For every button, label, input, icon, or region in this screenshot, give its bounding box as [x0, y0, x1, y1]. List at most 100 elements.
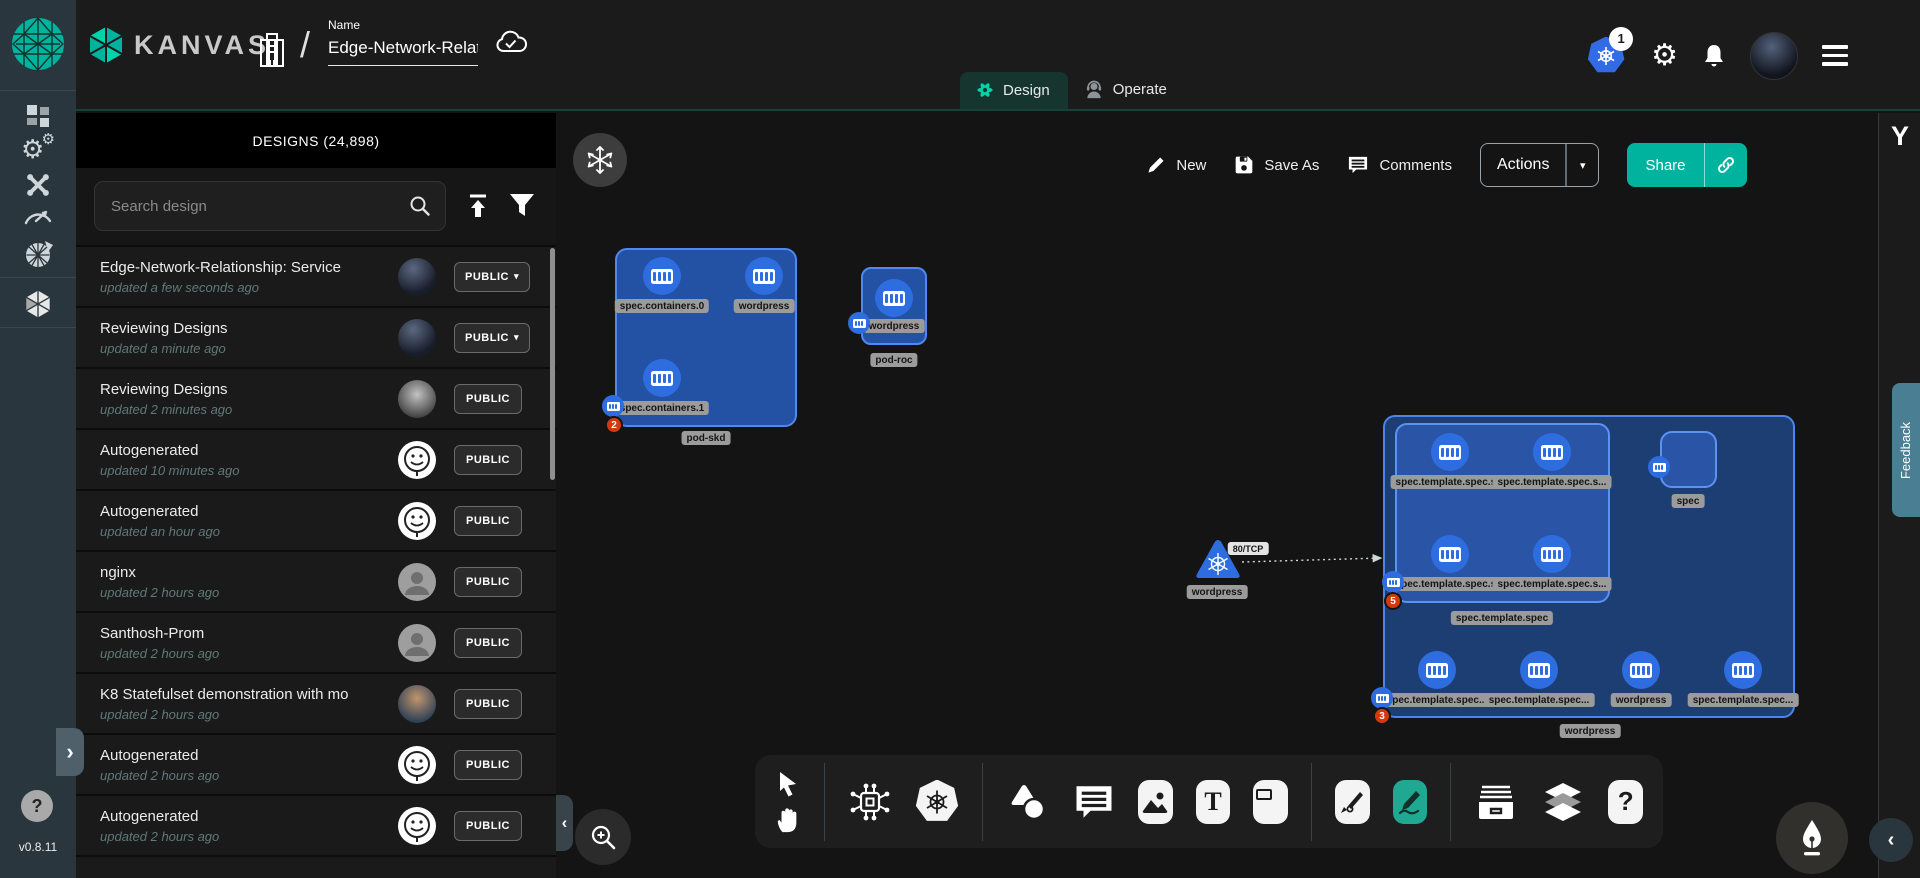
visibility-badge[interactable]: PUBLIC [454, 445, 522, 475]
spec-node[interactable] [1660, 431, 1717, 488]
meshery-logo[interactable] [10, 16, 66, 72]
container-node[interactable] [1533, 535, 1571, 573]
visibility-badge[interactable]: PUBLIC [454, 384, 522, 414]
design-list-item[interactable]: Reviewing Designs updated a minute ago P… [76, 306, 556, 367]
caret-down-icon[interactable]: ▾ [1567, 159, 1599, 172]
visibility-badge[interactable]: PUBLIC [454, 567, 522, 597]
sidebar-item-dashboard[interactable] [22, 100, 54, 132]
visibility-badge[interactable]: PUBLIC [454, 628, 522, 658]
sidebar-item-configuration[interactable] [22, 169, 54, 201]
text-tool[interactable]: T [1196, 780, 1231, 824]
design-list-item[interactable]: Edge-Network-Relationship: Service updat… [76, 245, 556, 306]
whiteboard-pen-button[interactable] [1776, 802, 1848, 874]
search-icon[interactable] [409, 195, 431, 217]
frame-tool[interactable] [1253, 780, 1288, 824]
container-node[interactable] [1520, 651, 1558, 689]
comments-button[interactable]: Comments [1347, 155, 1452, 175]
collapse-right-panel-button[interactable]: ‹ [1869, 818, 1913, 862]
container-node[interactable] [1533, 433, 1571, 471]
designs-panel: DESIGNS (24,898) Ed [76, 113, 556, 878]
menu-button[interactable] [1822, 45, 1848, 66]
container-node[interactable] [745, 257, 783, 295]
pod-icon[interactable] [1648, 456, 1670, 478]
design-updated: updated 2 minutes ago [100, 402, 390, 417]
new-design-button[interactable]: New [1146, 155, 1206, 175]
help-tool[interactable]: ? [1608, 780, 1643, 824]
filter-designs-button[interactable] [508, 192, 536, 221]
select-tool[interactable] [775, 770, 801, 798]
design-list-item[interactable]: Autogenerated updated an hour ago PUBLIC [76, 489, 556, 550]
help-button[interactable]: ? [21, 790, 53, 822]
settings-button[interactable]: ⚙ [1651, 41, 1678, 71]
search-input[interactable] [111, 198, 409, 215]
design-name-input[interactable] [328, 36, 478, 66]
container-node[interactable] [643, 359, 681, 397]
freehand-draw-tool[interactable] [1393, 780, 1428, 824]
kanvas-brand[interactable]: KANVAS [88, 26, 270, 64]
kubernetes-tool[interactable] [915, 780, 959, 824]
container-node[interactable] [1622, 651, 1660, 689]
shapes-tool[interactable] [1006, 782, 1050, 822]
actions-dropdown[interactable]: Actions ▾ [1480, 143, 1600, 187]
image-tool[interactable] [1138, 780, 1173, 824]
container-node[interactable] [1418, 651, 1456, 689]
node-label: wordpress [734, 299, 795, 313]
expand-sidebar-button[interactable]: › [56, 728, 84, 776]
import-design-button[interactable] [464, 192, 492, 223]
copy-link-button[interactable] [1705, 155, 1747, 175]
pod-icon[interactable] [1382, 571, 1404, 593]
feedback-button[interactable]: Feedback [1892, 383, 1920, 517]
design-list-item[interactable]: nginx updated 2 hours ago PUBLIC [76, 550, 556, 611]
organization-icon[interactable] [257, 32, 287, 73]
sidebar-item-kanvas[interactable] [22, 288, 54, 320]
error-badge[interactable]: 3 [1373, 707, 1391, 725]
visibility-badge[interactable]: PUBLIC [454, 811, 522, 841]
design-list-item[interactable]: Reviewing Designs updated 2 minutes ago … [76, 367, 556, 428]
visibility-badge[interactable]: PUBLIC [454, 689, 522, 719]
share-button[interactable]: Share [1627, 143, 1747, 187]
tab-design[interactable]: Design [960, 72, 1068, 109]
sidebar-item-extensions[interactable] [22, 238, 54, 270]
comment-tool[interactable] [1073, 782, 1115, 822]
list-scrollbar[interactable] [550, 248, 555, 480]
save-as-button[interactable]: Save As [1234, 155, 1319, 175]
visibility-badge[interactable]: PUBLIC [454, 750, 522, 780]
design-list-item[interactable]: Autogenerated updated 2 hours ago PUBLIC [76, 794, 556, 855]
design-list-item[interactable]: Autogenerated updated 2 hours ago PUBLIC [76, 733, 556, 794]
notifications-button[interactable] [1702, 43, 1726, 69]
container-node[interactable] [1431, 535, 1469, 573]
pan-tool[interactable] [775, 806, 801, 834]
error-badge[interactable]: 5 [1384, 592, 1402, 610]
deployment-icon[interactable] [1371, 687, 1393, 709]
meshsync-snowflake-button[interactable] [573, 133, 627, 187]
saved-components-tool[interactable] [1474, 782, 1518, 822]
layers-tool[interactable] [1541, 781, 1585, 823]
container-node[interactable] [875, 279, 913, 317]
pen-tool[interactable] [1335, 780, 1370, 824]
k8s-context-switcher[interactable]: 1 [1585, 35, 1627, 77]
visibility-select[interactable]: PUBLIC▾ [454, 323, 530, 353]
design-list-item[interactable]: Autogenerated updated 10 minutes ago PUB… [76, 428, 556, 489]
error-badge[interactable]: 2 [605, 416, 623, 434]
sidebar-item-lifecycle[interactable]: ⚙ ⚙ [22, 135, 54, 167]
visibility-badge[interactable]: PUBLIC [454, 506, 522, 536]
spec-template-spec-group[interactable] [1395, 423, 1610, 603]
container-node[interactable] [1724, 651, 1762, 689]
design-canvas[interactable]: New Save As Comments Actions ▾ Share [556, 113, 1878, 878]
visibility-select[interactable]: PUBLIC▾ [454, 262, 530, 292]
user-avatar[interactable] [1750, 32, 1798, 80]
design-list-item[interactable]: K8 Statefulset demonstration with mo upd… [76, 672, 556, 733]
components-tool[interactable] [848, 780, 892, 824]
tab-operate[interactable]: Operate [1068, 70, 1185, 109]
design-list-item[interactable]: Santhosh-Prom updated 2 hours ago PUBLIC [76, 611, 556, 672]
pod-icon[interactable] [848, 312, 870, 334]
design-list-item-partial[interactable] [76, 855, 556, 878]
container-node[interactable] [643, 257, 681, 295]
sidebar-item-performance[interactable] [22, 200, 54, 232]
collapse-designs-panel-button[interactable]: ‹ [556, 795, 573, 851]
zoom-in-button[interactable] [575, 809, 631, 865]
pod-icon[interactable] [602, 395, 624, 417]
container-node[interactable] [1431, 433, 1469, 471]
question-icon: ? [1618, 786, 1634, 817]
validate-tool[interactable]: Y [1879, 121, 1920, 152]
